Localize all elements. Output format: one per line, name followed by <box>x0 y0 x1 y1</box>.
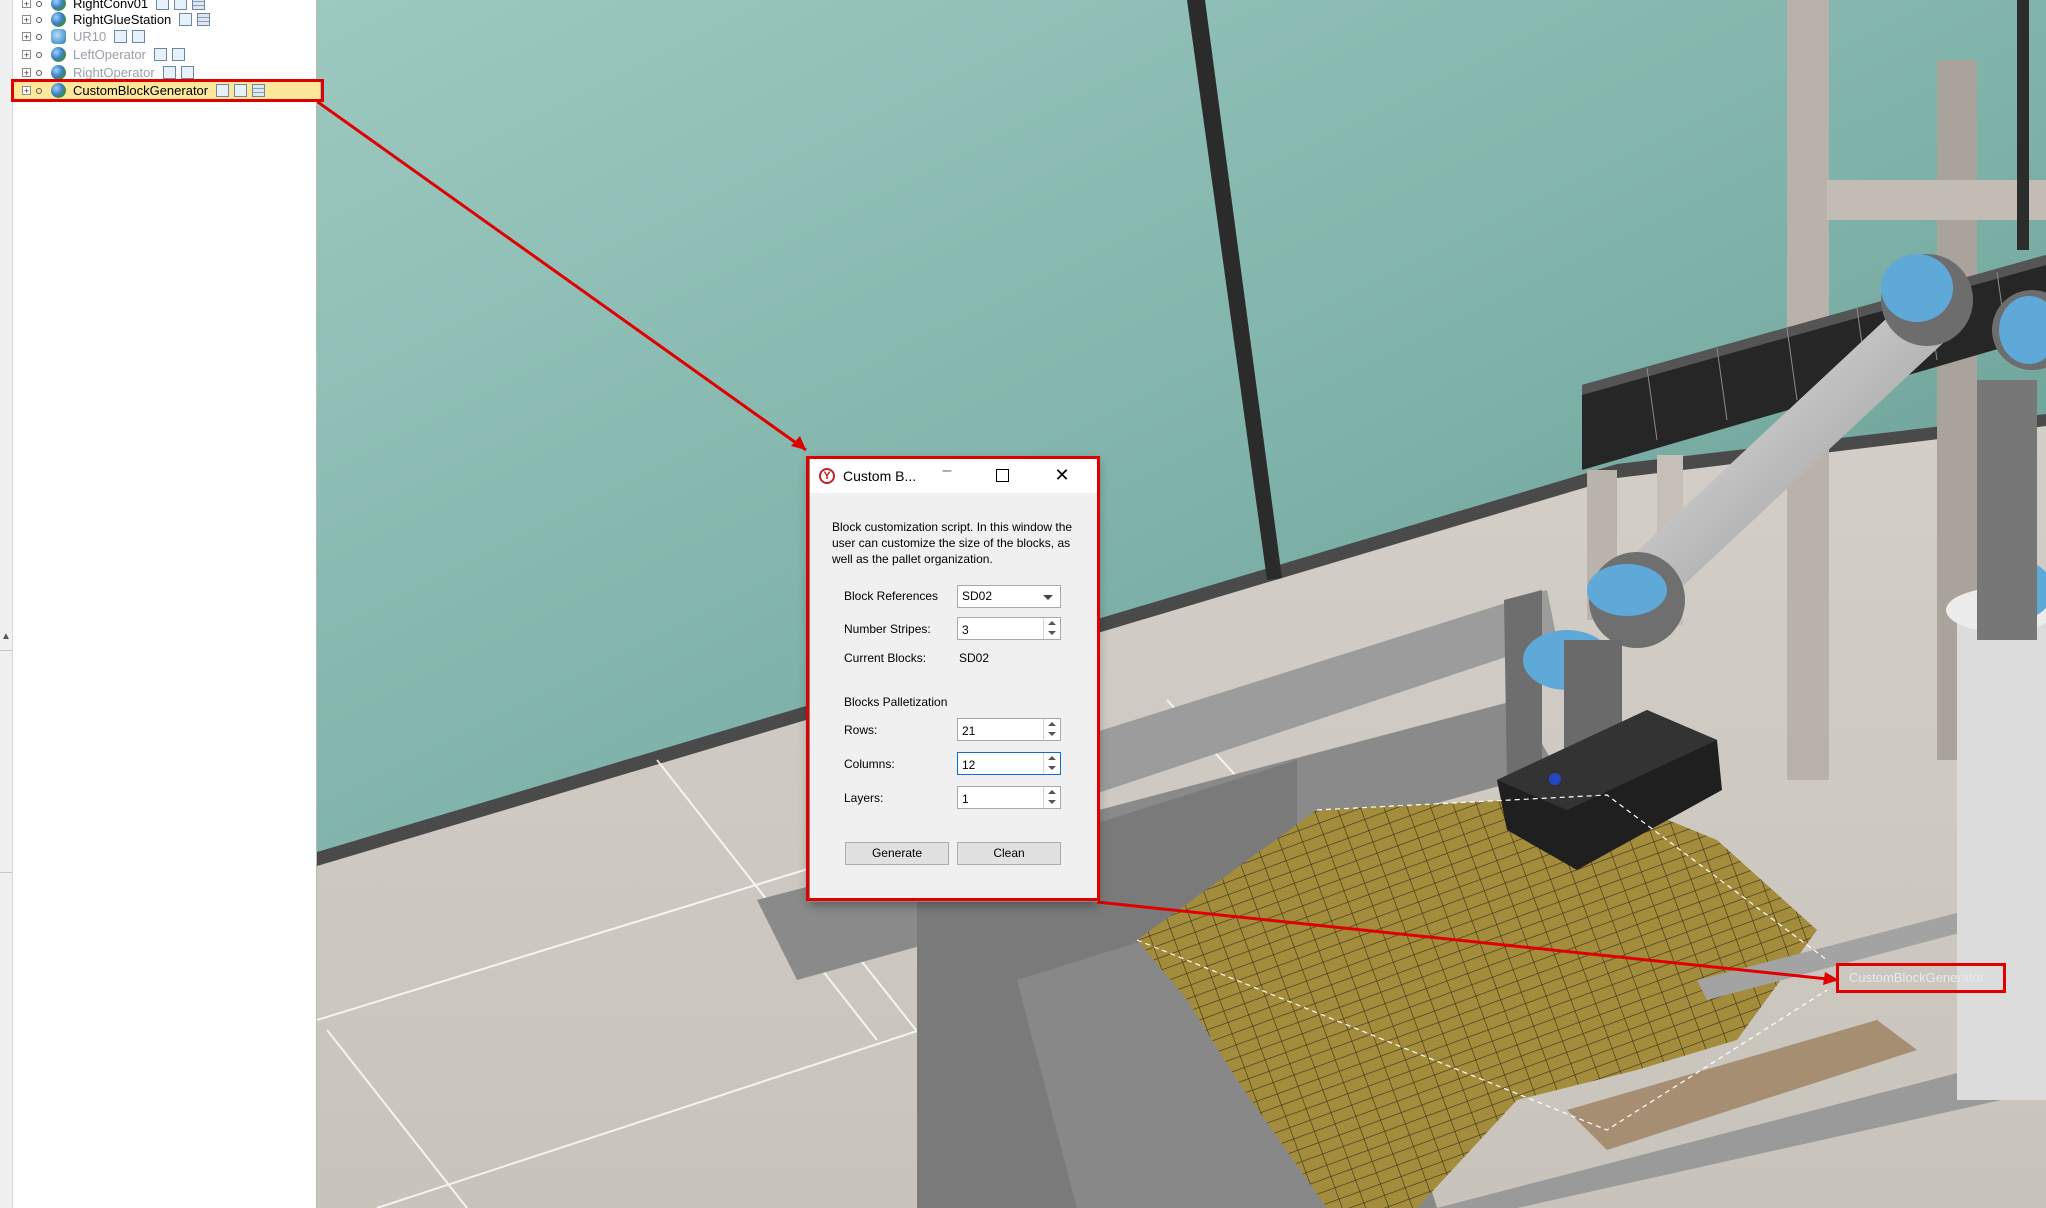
script-icon[interactable] <box>114 30 128 43</box>
script-icon[interactable] <box>162 66 176 79</box>
tree-item-rightgluestation[interactable]: + RightGlueStation <box>22 11 215 28</box>
script-icon[interactable] <box>154 48 167 61</box>
gutter-divider <box>0 650 12 651</box>
tree-item-label: RightOperator <box>73 65 155 80</box>
properties-icon[interactable] <box>172 48 185 61</box>
visibility-icon[interactable] <box>36 33 42 40</box>
object-icon <box>51 12 66 27</box>
properties-icon[interactable] <box>174 0 188 10</box>
visibility-icon[interactable] <box>36 51 42 58</box>
properties-icon[interactable] <box>132 30 146 43</box>
object-icon <box>51 47 66 62</box>
dialog-callout <box>806 456 1100 901</box>
tree-item-label: RightConv01 <box>73 0 149 11</box>
object-icon <box>51 65 66 80</box>
tree-item-ur10[interactable]: + UR10 <box>22 28 150 45</box>
tree-item-leftoperator[interactable]: + LeftOperator <box>22 46 190 63</box>
object-icon <box>51 0 66 11</box>
robot-icon <box>51 29 66 44</box>
tree-item-label: UR10 <box>73 29 107 44</box>
visibility-icon[interactable] <box>36 16 42 23</box>
tree-item-callout <box>11 79 324 102</box>
scene-tree-panel: ▲ + RightConv01 + RightGlueStation + UR1… <box>0 0 320 1208</box>
visibility-icon[interactable] <box>36 0 42 7</box>
expand-icon[interactable]: + <box>22 32 31 42</box>
expand-icon[interactable]: + <box>22 68 31 78</box>
properties-icon[interactable] <box>180 66 194 79</box>
gutter-divider <box>0 872 12 873</box>
visibility-icon[interactable] <box>36 69 42 76</box>
script-icon[interactable] <box>156 0 170 10</box>
tree-item-label: RightGlueStation <box>73 12 172 27</box>
expand-icon[interactable]: + <box>22 15 31 25</box>
viewport-label-callout <box>1836 963 2006 993</box>
grid-icon[interactable] <box>192 0 206 10</box>
tree-scroll-gutter[interactable]: ▲ <box>0 0 13 1208</box>
grid-icon[interactable] <box>197 13 211 26</box>
script-icon[interactable] <box>179 13 193 26</box>
expand-icon[interactable]: + <box>22 0 31 9</box>
expand-icon[interactable]: + <box>22 50 31 60</box>
tree-item-label: LeftOperator <box>73 47 146 62</box>
scene-render <box>317 0 2046 1208</box>
3d-viewport[interactable]: CustomBlockGenerator <box>317 0 2046 1208</box>
scroll-up-arrow-icon[interactable]: ▲ <box>1 632 11 642</box>
